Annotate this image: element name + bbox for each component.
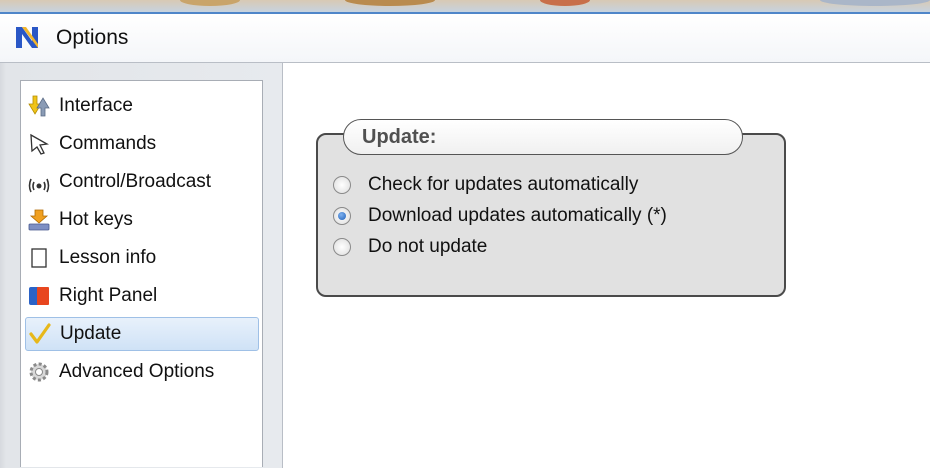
sidebar-item-control-broadcast[interactable]: Control/Broadcast (25, 165, 259, 199)
sidebar-item-label: Hot keys (59, 209, 133, 230)
radio-button[interactable] (333, 207, 351, 225)
app-logo-icon (16, 27, 38, 48)
cursor-icon (30, 133, 49, 155)
sidebar-item-label: Update (60, 323, 122, 344)
radio-label: Do not update (368, 236, 488, 257)
options-sidebar: Interface Commands Control/Broadcast Hot… (20, 80, 263, 467)
arrows-icon (28, 95, 50, 117)
sidebar-item-label: Lesson info (59, 247, 157, 268)
sidebar-item-hot-keys[interactable]: Hot keys (25, 203, 259, 237)
radio-button[interactable] (333, 176, 351, 194)
broadcast-icon (28, 178, 50, 193)
window-title: Options (56, 26, 129, 49)
panel-icon (29, 287, 49, 305)
page-icon (31, 248, 47, 268)
radio-label: Download updates automatically (*) (368, 205, 667, 226)
radio-button[interactable] (333, 238, 351, 256)
title-bar: Options (0, 14, 930, 62)
radio-check-updates[interactable]: Check for updates automatically (333, 173, 638, 197)
sidebar-item-label: Advanced Options (59, 361, 215, 382)
sidebar-item-label: Interface (59, 95, 133, 116)
hotkey-icon (28, 209, 50, 231)
sidebar-item-commands[interactable]: Commands (25, 127, 259, 161)
update-group-title: Update: (362, 126, 437, 148)
sidebar-item-interface[interactable]: Interface (25, 89, 259, 123)
radio-download-updates[interactable]: Download updates automatically (*) (333, 204, 667, 228)
sidebar-item-label: Commands (59, 133, 157, 154)
sidebar-item-advanced-options[interactable]: Advanced Options (25, 355, 259, 389)
radio-do-not-update[interactable]: Do not update (333, 235, 487, 259)
sidebar-item-update[interactable]: Update (25, 317, 259, 351)
gear-icon (29, 362, 49, 382)
sidebar-item-label: Right Panel (59, 285, 158, 306)
background-strip (0, 0, 930, 14)
sidebar-item-lesson-info[interactable]: Lesson info (25, 241, 259, 275)
radio-label: Check for updates automatically (368, 174, 639, 195)
sidebar-item-right-panel[interactable]: Right Panel (25, 279, 259, 313)
checkmark-icon (29, 323, 51, 344)
sidebar-item-label: Control/Broadcast (59, 171, 212, 192)
